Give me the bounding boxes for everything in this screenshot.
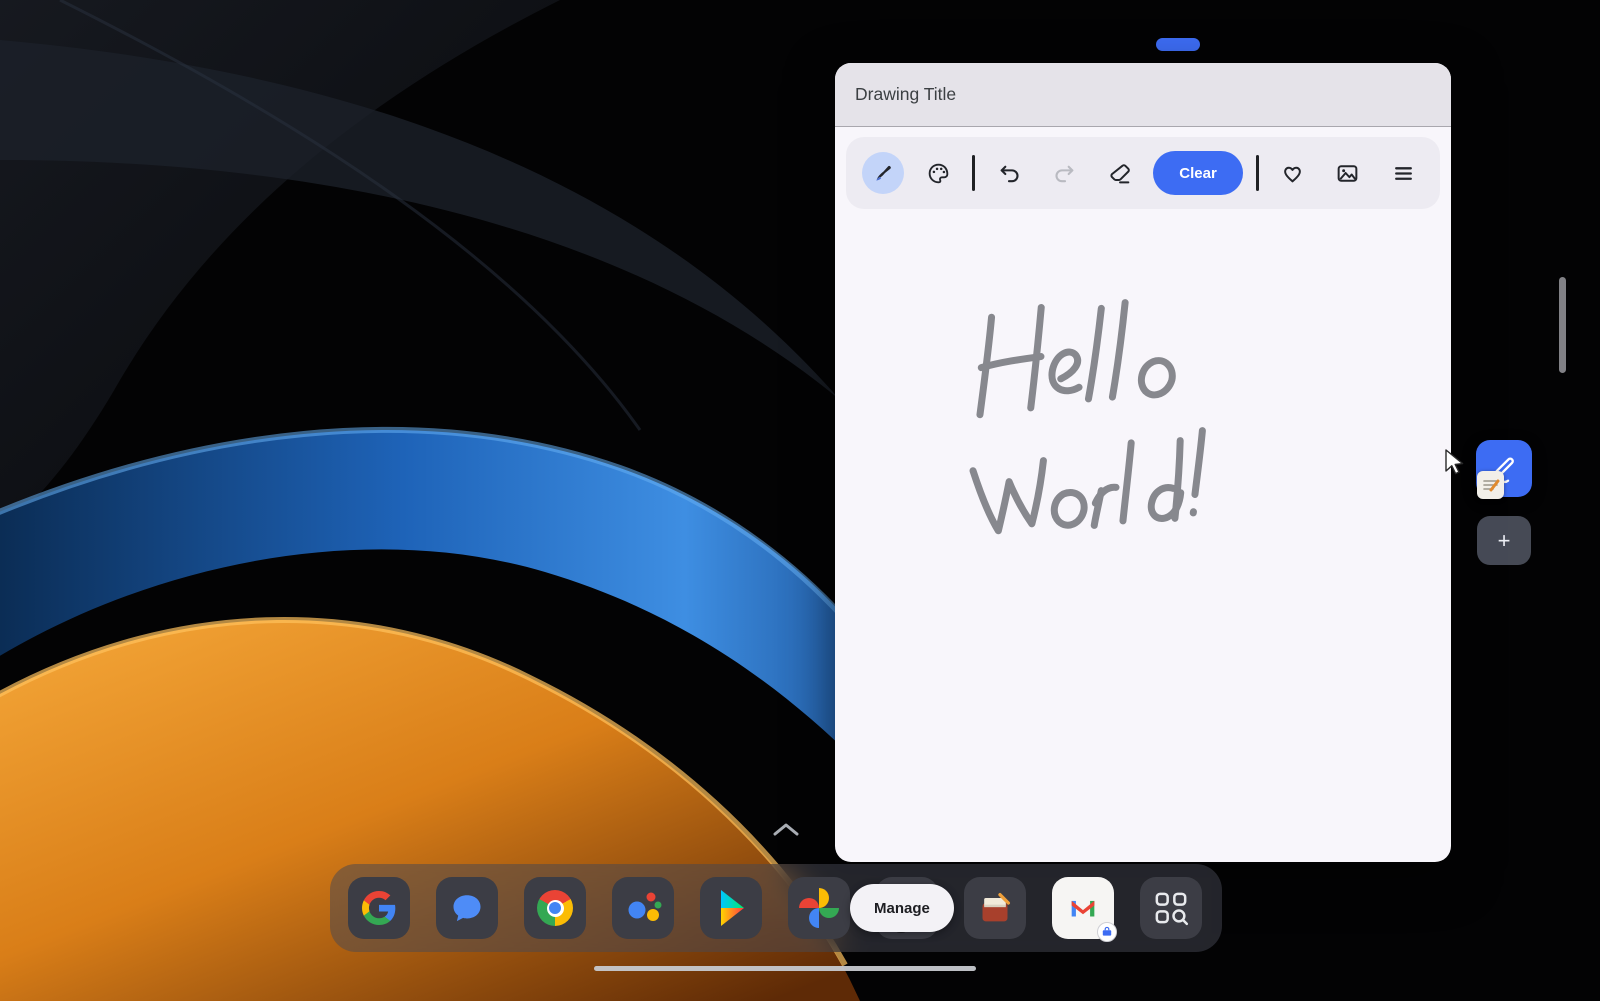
- floating-stylus-button[interactable]: [1476, 440, 1532, 497]
- play-store-app-icon[interactable]: [700, 877, 762, 939]
- window-drag-handle[interactable]: [1156, 38, 1200, 51]
- work-profile-badge: [1097, 922, 1117, 942]
- palette-tool-button[interactable]: [917, 152, 959, 194]
- chat-bubble-icon: [449, 890, 485, 926]
- floating-note-badge: [1477, 471, 1504, 499]
- brush-icon: [871, 161, 895, 185]
- eraser-tool-button[interactable]: [1098, 152, 1140, 194]
- chevron-up-icon: [771, 820, 801, 838]
- photos-app-icon[interactable]: [788, 877, 850, 939]
- edge-scrollbar[interactable]: [1559, 277, 1566, 373]
- eraser-icon: [1107, 161, 1132, 186]
- chrome-app-icon[interactable]: [524, 877, 586, 939]
- drawing-canvas[interactable]: [835, 209, 1451, 862]
- window-titlebar[interactable]: Drawing Title: [835, 63, 1451, 127]
- taskbar-dock: Manage: [330, 864, 1222, 952]
- manage-button[interactable]: Manage: [850, 884, 954, 932]
- photos-pinwheel-icon: [788, 877, 850, 939]
- insert-image-button[interactable]: [1327, 152, 1369, 194]
- drawing-app-window: Drawing Title: [835, 63, 1451, 862]
- gesture-navigation-bar[interactable]: [594, 966, 976, 971]
- redo-icon: [1052, 161, 1077, 186]
- undo-icon: [997, 161, 1022, 186]
- favorite-button[interactable]: [1272, 152, 1314, 194]
- assistant-app-icon[interactable]: [612, 877, 674, 939]
- play-triangle-icon: [700, 877, 762, 939]
- window-body: Clear: [835, 127, 1451, 862]
- mouse-cursor: [1444, 448, 1466, 476]
- add-button-label: +: [1498, 528, 1511, 554]
- gmail-app-icon[interactable]: [1052, 877, 1114, 939]
- menu-button[interactable]: [1382, 152, 1424, 194]
- redo-button[interactable]: [1043, 152, 1085, 194]
- brush-tool-button[interactable]: [862, 152, 904, 194]
- window-title: Drawing Title: [855, 84, 956, 105]
- google-app-icon[interactable]: [348, 877, 410, 939]
- undo-button[interactable]: [988, 152, 1030, 194]
- app-search-icon-tile[interactable]: [1140, 877, 1202, 939]
- dock-expand-chevron[interactable]: [771, 820, 801, 838]
- briefcase-icon: [1101, 926, 1113, 938]
- android-desktop: Drawing Title: [0, 0, 1600, 1001]
- floating-add-button[interactable]: +: [1477, 516, 1531, 565]
- messages-app-icon[interactable]: [436, 877, 498, 939]
- toolbar-divider: [1256, 155, 1259, 191]
- clear-button[interactable]: Clear: [1153, 151, 1243, 195]
- toolbar-divider: [972, 155, 975, 191]
- image-icon: [1335, 161, 1360, 186]
- note-pencil-icon: [1480, 474, 1501, 496]
- book-icon: [975, 888, 1015, 928]
- google-g-icon: [362, 891, 396, 925]
- chrome-icon: [537, 890, 573, 926]
- assistant-dots-icon: [612, 877, 674, 939]
- books-app-icon[interactable]: [964, 877, 1026, 939]
- palette-icon: [926, 161, 951, 186]
- gmail-m-icon: [1066, 891, 1100, 925]
- drawing-toolbar: Clear: [846, 137, 1440, 209]
- heart-icon: [1280, 161, 1305, 186]
- menu-icon: [1391, 161, 1416, 186]
- handwriting-strokes: [835, 209, 1451, 862]
- app-search-icon: [1151, 888, 1191, 928]
